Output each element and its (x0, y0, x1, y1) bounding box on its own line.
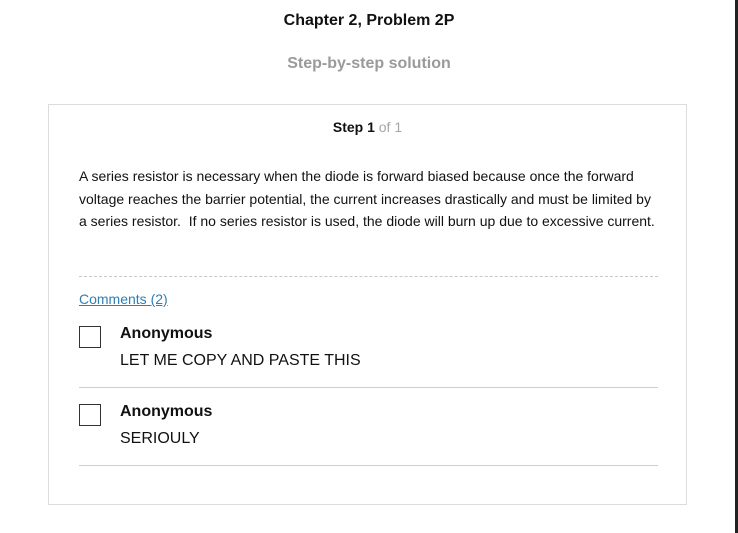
comment-text: SERIOULY (120, 430, 200, 447)
section-divider (79, 276, 658, 277)
step-label: Step 1 (332, 119, 375, 135)
step-body-text: A series resistor is necessary when the … (79, 168, 655, 229)
comment-author: Anonymous (120, 325, 213, 342)
solution-subtitle: Step-by-step solution (287, 55, 451, 72)
avatar[interactable] (79, 326, 101, 348)
page-title: Chapter 2, Problem 2P (283, 12, 455, 29)
step-count: of 1 (374, 119, 403, 135)
comments-link[interactable]: Comments (2) (79, 291, 168, 307)
comment-item: Anonymous SERIOULY (79, 388, 658, 466)
avatar[interactable] (79, 404, 101, 426)
solution-card: Step 1 of 1 A series resistor is necessa… (48, 104, 687, 505)
step-header: Step 1 of 1 (49, 119, 686, 135)
comment-text: LET ME COPY AND PASTE THIS (120, 352, 361, 369)
comment-author: Anonymous (120, 403, 213, 420)
comment-item: Anonymous LET ME COPY AND PASTE THIS (79, 310, 658, 388)
